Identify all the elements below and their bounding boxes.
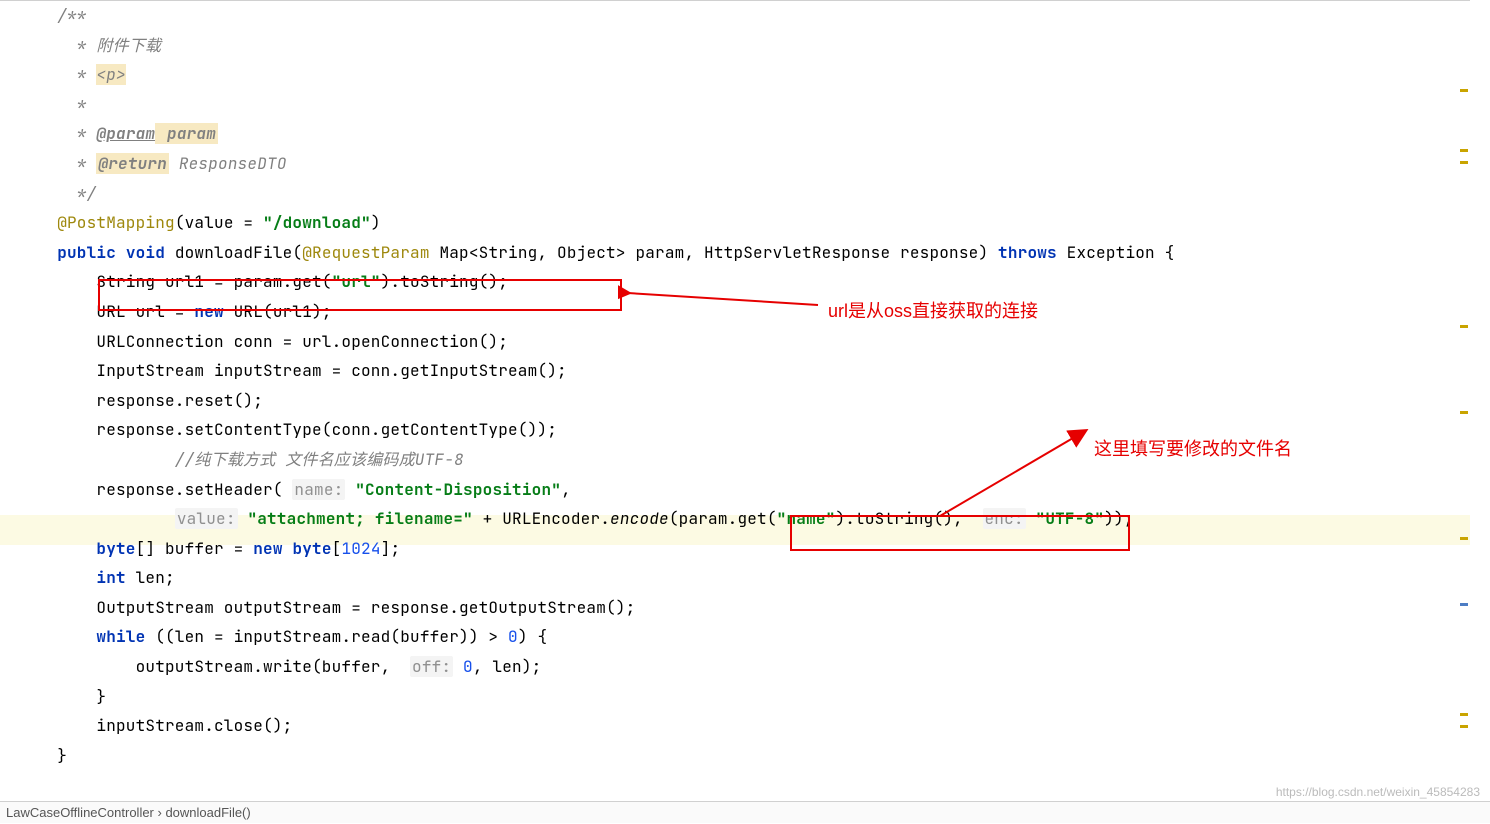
breadcrumb[interactable]: LawCaseOfflineController › downloadFile(… <box>0 801 1490 823</box>
breadcrumb-class[interactable]: LawCaseOfflineController <box>6 805 154 820</box>
annotation-label-1: url是从oss直接获取的连接 <box>828 297 1038 323</box>
editor-error-stripe <box>1458 1 1470 801</box>
code-editor[interactable]: /** * 附件下载 * <p> * * @param param * @ret… <box>0 0 1470 801</box>
breadcrumb-method[interactable]: downloadFile() <box>165 805 250 820</box>
breadcrumb-separator: › <box>154 805 166 820</box>
code-area[interactable]: /** * 附件下载 * <p> * * @param param * @ret… <box>18 1 1470 770</box>
code-text: /** * 附件下载 * <p> * * @param param * @ret… <box>18 1 1470 770</box>
watermark: https://blog.csdn.net/weixin_45854283 <box>1276 785 1480 799</box>
annotation-label-2: 这里填写要修改的文件名 <box>1094 435 1292 461</box>
